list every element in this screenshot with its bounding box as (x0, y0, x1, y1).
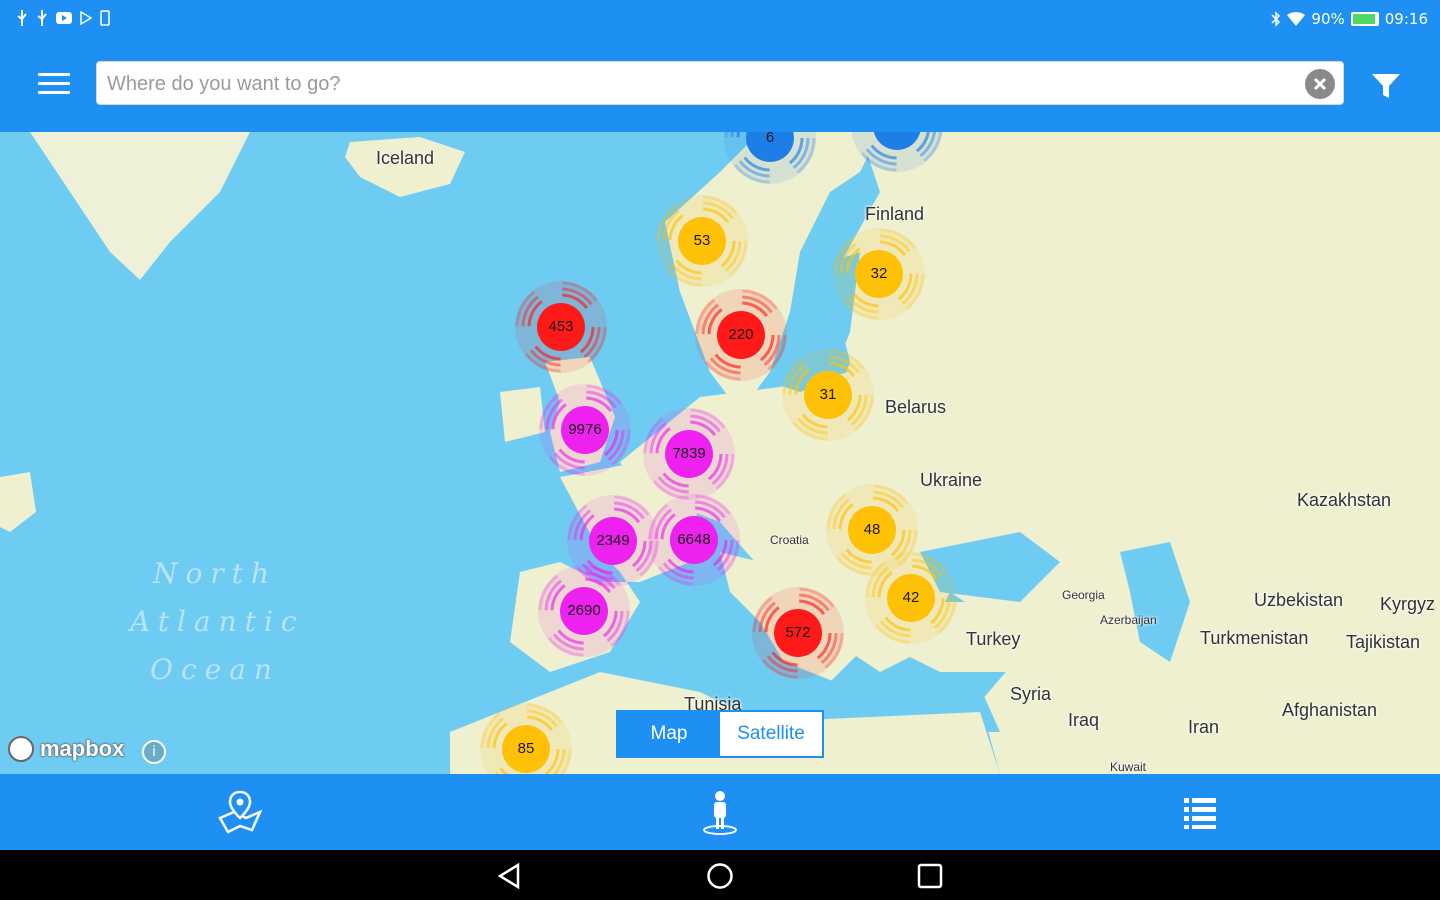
cluster-marker[interactable] (837, 132, 957, 186)
cluster-marker[interactable]: 9976 (525, 370, 645, 490)
battery-fill (1352, 14, 1375, 24)
country-label: Kyrgyz (1380, 594, 1436, 614)
youtube-icon (56, 12, 72, 24)
cluster-marker[interactable]: 85 (466, 689, 586, 774)
cluster-count (837, 132, 957, 186)
menu-icon[interactable] (38, 73, 70, 97)
ocean-label-line: Ocean (150, 653, 280, 686)
country-label: Afghanistan (1282, 700, 1378, 720)
battery-icon (1350, 12, 1379, 26)
recents-button[interactable] (916, 862, 944, 890)
country-label: Croatia (770, 533, 809, 547)
country-label: Kuwait (1110, 760, 1147, 774)
clear-search-button[interactable] (1305, 69, 1335, 99)
clock: 09:16 (1384, 10, 1428, 28)
country-label: Kazakhstan (1297, 490, 1392, 510)
map-type-toggle: Map Satellite (616, 710, 824, 758)
search-input[interactable] (105, 62, 1289, 106)
usb-icon (37, 10, 47, 26)
recents-icon (917, 863, 943, 889)
phone-icon (100, 10, 110, 26)
system-navigation (0, 850, 1440, 900)
info-button[interactable]: i (142, 740, 166, 764)
ocean-label: North Atlantic Ocean (130, 550, 300, 694)
cluster-marker[interactable]: 572 (738, 573, 858, 693)
map-view[interactable]: North Atlantic Ocean Iceland Finland Bel… (0, 132, 1440, 774)
country-label: Tajikistan (1346, 632, 1421, 652)
country-label: Turkmenistan (1200, 628, 1309, 648)
back-button[interactable] (496, 862, 524, 890)
mapbox-logo[interactable]: mapbox (8, 736, 124, 762)
status-right: 90% 09:16 (1271, 10, 1428, 28)
cluster-count: 85 (517, 740, 535, 757)
map-view-button[interactable]: Map (618, 712, 720, 756)
country-label: Turkey (966, 629, 1021, 649)
country-label: Syria (1010, 684, 1052, 704)
app-bar (0, 40, 1440, 132)
map-pin-icon (218, 790, 263, 834)
country-label: Iceland (376, 148, 435, 168)
ocean-label-line: North (152, 557, 278, 590)
home-icon (707, 863, 733, 889)
filter-button[interactable] (1370, 70, 1402, 102)
ocean-label-line: Atlantic (130, 605, 305, 638)
cluster-count: 31 (819, 386, 837, 403)
nav-map-button[interactable] (216, 788, 264, 836)
back-icon (497, 862, 520, 890)
filter-icon (1372, 74, 1400, 98)
country-label: Belarus (885, 397, 947, 417)
cluster-marker[interactable]: 31 (768, 335, 888, 455)
cluster-count: 32 (870, 265, 888, 282)
cluster-marker[interactable]: 32 (819, 214, 939, 334)
cluster-marker[interactable]: 42 (851, 538, 971, 658)
status-bar: 90% 09:16 (0, 0, 1440, 40)
list-icon (1184, 798, 1216, 829)
cluster-count: 6648 (677, 531, 711, 548)
nav-person-button[interactable] (696, 788, 744, 836)
search-bar (96, 61, 1344, 106)
bottom-navigation (0, 774, 1440, 850)
cluster-marker[interactable]: 6648 (634, 480, 754, 600)
wifi-icon (1287, 12, 1306, 26)
country-label: Georgia (1062, 588, 1105, 602)
cluster-count: 9976 (568, 421, 602, 438)
battery-percent: 90% (1311, 10, 1345, 28)
cluster-marker[interactable]: 453 (501, 267, 621, 387)
nav-list-button[interactable] (1176, 788, 1224, 836)
mapbox-wordmark: mapbox (40, 736, 125, 761)
home-button[interactable] (706, 862, 734, 890)
country-label: Uzbekistan (1254, 590, 1344, 610)
country-label: Iran (1188, 717, 1220, 737)
cluster-count: 453 (548, 318, 574, 335)
cluster-count: 572 (785, 624, 811, 641)
cluster-marker[interactable]: 2690 (524, 551, 644, 671)
close-icon (1313, 77, 1327, 91)
country-label: Iraq (1068, 710, 1100, 730)
satellite-view-button[interactable]: Satellite (720, 712, 822, 756)
play-store-icon (80, 11, 92, 25)
person-icon (703, 791, 737, 835)
mapbox-logo-icon (8, 736, 34, 762)
usb-icon (17, 10, 27, 26)
cluster-count: 42 (902, 589, 920, 606)
notification-icons (16, 10, 110, 26)
country-label: Azerbaijan (1100, 613, 1157, 627)
cluster-count: 2690 (567, 602, 601, 619)
bluetooth-icon (1271, 11, 1281, 27)
